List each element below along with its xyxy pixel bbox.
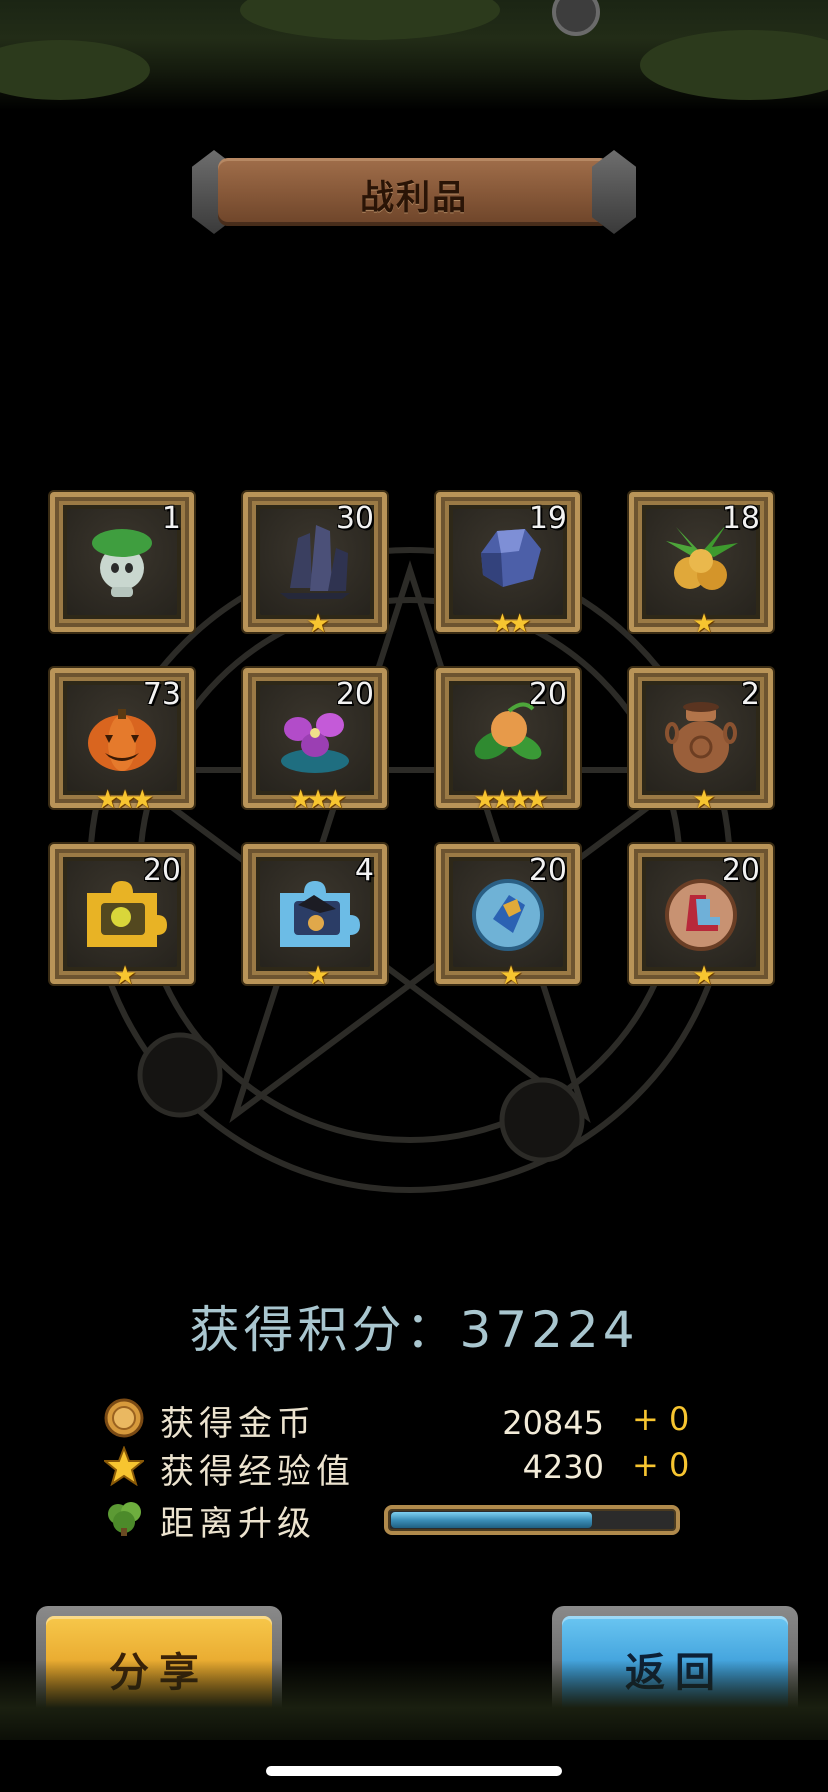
coins-value: 20845 — [502, 1404, 604, 1442]
level-progress-fill — [391, 1512, 593, 1528]
item-count: 20 — [528, 677, 567, 712]
item-count: 20 — [721, 853, 760, 888]
item-count: 20 — [142, 853, 181, 888]
foliage-decoration — [240, 0, 500, 40]
loot-slot[interactable]: 20 ★ — [50, 844, 194, 991]
rarity-stars: ★ — [499, 961, 522, 991]
loot-slot[interactable]: 30 ★ — [243, 492, 387, 639]
exp-label: 获得经验值 — [160, 1452, 355, 1492]
loot-slot[interactable]: 4 ★ — [243, 844, 387, 991]
item-count: 2 — [740, 677, 760, 712]
loot-title-banner: 战利品 — [192, 150, 636, 234]
loot-slot[interactable]: 1 — [50, 492, 194, 632]
clay-pot-icon — [665, 702, 737, 773]
item-count: 1 — [161, 501, 181, 536]
loot-grid: 1 30 ★ 19 ★★ 18 ★ 73 ★★★ 20 ★★★ 20 ★★★★ … — [50, 492, 780, 991]
exp-value: 4230 — [522, 1448, 604, 1486]
rarity-stars: ★★★ — [96, 785, 154, 815]
coin-icon — [104, 1398, 144, 1438]
rarity-stars: ★★★★ — [473, 785, 548, 815]
item-count: 30 — [335, 501, 374, 536]
score-text: 获得积分：37224 — [189, 1301, 639, 1359]
coins-bonus: + 0 — [632, 1400, 690, 1438]
loot-slot[interactable]: 19 ★★ — [436, 492, 580, 639]
leaf-sprite-icon — [92, 529, 152, 597]
magnifier-icon — [552, 0, 600, 36]
rarity-stars: ★★ — [490, 609, 532, 639]
ground-decoration — [0, 1660, 828, 1740]
rarity-stars: ★★★ — [289, 785, 347, 815]
top-scenery — [0, 0, 828, 110]
loot-slot[interactable]: 20 ★★★ — [243, 668, 387, 815]
loot-slot[interactable]: 18 ★ — [629, 492, 773, 639]
home-indicator[interactable] — [266, 1766, 562, 1776]
exp-bonus: + 0 — [632, 1446, 690, 1484]
rarity-stars: ★ — [692, 609, 715, 639]
item-count: 4 — [354, 853, 374, 888]
loot-slot[interactable]: 20 ★★★★ — [436, 668, 580, 815]
rarity-stars: ★ — [306, 609, 329, 639]
loot-slot[interactable]: 20 ★ — [629, 844, 773, 991]
foliage-decoration — [640, 30, 828, 100]
blue-puzzle-icon — [280, 881, 360, 947]
rarity-stars: ★ — [113, 961, 136, 991]
item-count: 20 — [528, 853, 567, 888]
foliage-decoration — [0, 40, 150, 100]
item-count: 18 — [721, 501, 760, 536]
level-label: 距离升级 — [160, 1504, 316, 1544]
item-count: 19 — [528, 501, 567, 536]
item-count: 20 — [335, 677, 374, 712]
page-title: 战利品 — [360, 178, 468, 218]
loot-slot[interactable]: 20 ★ — [436, 844, 580, 991]
loot-slot[interactable]: 73 ★★★ — [50, 668, 194, 815]
rarity-stars: ★ — [692, 785, 715, 815]
tree-icon — [108, 1502, 141, 1536]
loot-slot[interactable]: 2 ★ — [629, 668, 773, 815]
rarity-stars: ★ — [692, 961, 715, 991]
coins-label: 获得金币 — [160, 1404, 316, 1444]
level-progress-bar — [384, 1505, 680, 1535]
item-count: 73 — [142, 677, 181, 712]
rarity-stars: ★ — [306, 961, 329, 991]
star-icon — [104, 1446, 144, 1486]
